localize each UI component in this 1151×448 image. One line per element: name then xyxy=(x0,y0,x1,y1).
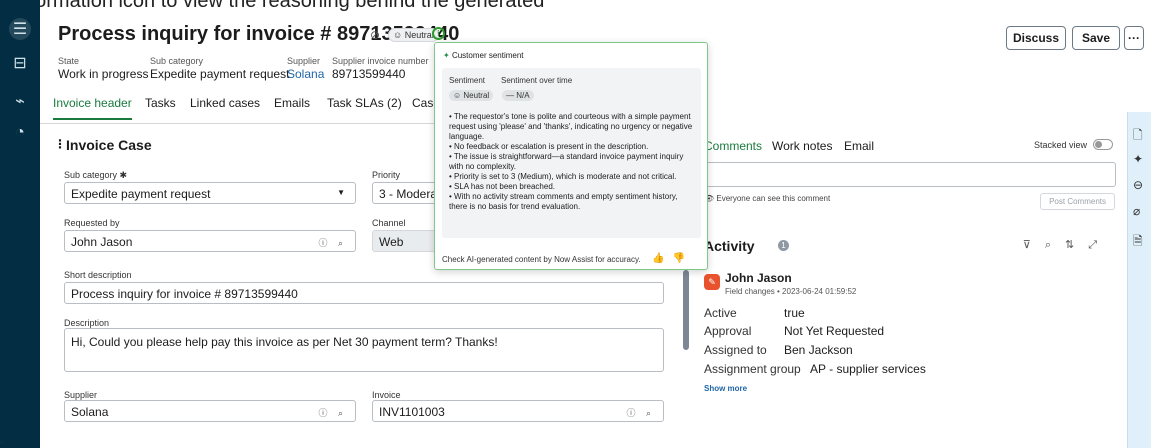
sentiment-label: Sentiment xyxy=(449,76,486,85)
sentiment-badge: ☺ Neutral xyxy=(388,28,439,42)
info-doc-icon[interactable]: 🗎 xyxy=(1133,232,1143,253)
field-key: Active xyxy=(704,306,737,320)
menu-icon[interactable]: ☰ xyxy=(9,18,31,40)
attachment-icon[interactable]: ⌀ xyxy=(1133,204,1140,218)
record-icon[interactable]: ⊖ xyxy=(1133,178,1143,192)
tab-tasks[interactable]: Tasks xyxy=(145,96,176,110)
thumbs-up-icon[interactable]: 👍 xyxy=(652,253,672,264)
info-search-icons[interactable]: ⓘ ⌕ xyxy=(318,236,347,249)
field-value: AP - supplier services xyxy=(810,362,926,376)
priority-label: Priority xyxy=(372,170,401,180)
field-key: Assignment group xyxy=(704,362,801,376)
ai-disclaimer: Check AI-generated content by Now Assist… xyxy=(442,255,641,264)
info-icon[interactable]: i xyxy=(432,27,445,40)
activity-panel: Comments Work notes Email Stacked view 👁… xyxy=(694,126,1127,448)
over-time-value-badge: — N/A xyxy=(502,90,534,101)
info-search-icons[interactable]: ⓘ ⌕ xyxy=(318,406,347,419)
sentiment-value-badge: ☺ Neutral xyxy=(449,90,494,101)
record-tabs: Invoice header Tasks Linked cases Emails… xyxy=(40,96,460,124)
activity-user[interactable]: John Jason xyxy=(725,271,792,285)
reasoning-item: • With no activity stream comments and e… xyxy=(449,192,678,211)
show-more-link[interactable]: Show more xyxy=(704,384,747,393)
chevron-down-icon: ▼ xyxy=(337,188,345,197)
field-key: Approval xyxy=(704,324,752,338)
activity-toolbar-icons[interactable]: ⊽⌕⇅⤢ xyxy=(1023,238,1111,252)
field-value: Ben Jackson xyxy=(784,343,853,357)
state-label: State xyxy=(58,56,80,66)
activity-count-badge: 1 xyxy=(778,240,789,251)
field-key: Assigned to xyxy=(704,343,767,357)
edge-mark: . xyxy=(0,432,4,446)
tab-comments[interactable]: Comments xyxy=(704,139,762,153)
supplier-field[interactable]: Solana ⓘ ⌕ xyxy=(64,400,356,422)
description-textarea[interactable]: Hi, Could you please help pay this invoi… xyxy=(64,328,664,372)
tab-task-slas[interactable]: Task SLAs (2) xyxy=(327,96,402,110)
dashboard-icon[interactable]: ◔ xyxy=(9,122,31,144)
right-rail: 🗋 ✦ ⊖ ⌀ 🗎 xyxy=(1127,112,1151,448)
reasoning-item: • The requestor's tone is polite and cou… xyxy=(449,112,693,141)
left-nav: ☰ ⊟ ⌁ ◔ xyxy=(0,0,40,448)
invoice-field[interactable]: INV1101003 ⓘ ⌕ xyxy=(372,400,664,422)
subcategory-select[interactable]: Expedite payment request ▼ xyxy=(64,182,356,204)
save-button[interactable]: Save xyxy=(1072,26,1120,50)
description-label: Description xyxy=(64,318,110,328)
reasoning-item: • Priority is set to 3 (Medium), which i… xyxy=(449,172,677,181)
reasoning-item: • SLA has not been breached. xyxy=(449,182,555,191)
tab-emails[interactable]: Emails xyxy=(274,96,310,110)
invoice-label: Invoice xyxy=(372,390,401,400)
feedback-icons[interactable]: 👍👎 xyxy=(652,253,693,264)
document-icon[interactable]: 🗋 xyxy=(1133,126,1143,147)
stacked-view-toggle[interactable]: Stacked view xyxy=(1034,139,1113,150)
subcategory-label: Sub category xyxy=(150,56,204,66)
popover-body: Sentiment Sentiment over time ☺ Neutral … xyxy=(442,68,701,238)
discuss-button[interactable]: Discuss xyxy=(1006,26,1066,50)
section-title: Invoice Case xyxy=(66,137,152,153)
avatar: ✎ xyxy=(704,274,720,290)
subcategory-field-label: Sub category ✱ xyxy=(64,170,128,180)
activity-subtitle: Field changes • 2023-06-24 01:59:52 xyxy=(725,287,857,296)
tab-email[interactable]: Email xyxy=(844,139,874,153)
supplier-invoice-value: 89713599440 xyxy=(332,67,406,81)
reasoning-list: • The requestor's tone is polite and cou… xyxy=(449,112,694,212)
tab-invoice-header[interactable]: Invoice header xyxy=(53,96,132,120)
reasoning-item: • The issue is straightforward—a standar… xyxy=(449,152,684,171)
tab-linked-cases[interactable]: Linked cases xyxy=(190,96,260,110)
inbox-icon[interactable]: ⊟ xyxy=(9,52,31,74)
reasoning-item: • No feedback or escalation is present i… xyxy=(449,142,649,151)
form-scrollbar[interactable] xyxy=(683,270,689,350)
channel-field: Web xyxy=(372,230,442,252)
requested-by-field[interactable]: John Jason ⓘ ⌕ xyxy=(64,230,356,252)
supplier-link[interactable]: Solana xyxy=(287,67,324,81)
sparkle-icon[interactable]: ✦ xyxy=(1133,152,1143,166)
comment-input[interactable] xyxy=(698,162,1116,187)
short-description-input[interactable]: Process inquiry for invoice # 8971359944… xyxy=(64,282,664,304)
short-description-label: Short description xyxy=(64,270,132,280)
field-value: true xyxy=(784,306,805,320)
state-value: Work in progress xyxy=(58,67,149,81)
info-search-icons[interactable]: ⓘ ⌕ xyxy=(626,406,655,419)
subcategory-value: Expedite payment request xyxy=(150,67,290,81)
popover-title: ✦ Customer sentiment xyxy=(443,51,524,60)
channel-label: Channel xyxy=(372,218,406,228)
customer-sentiment-popover: ✦ Customer sentiment Sentiment Sentiment… xyxy=(434,42,708,270)
link-icon[interactable]: ⊘ xyxy=(370,28,380,42)
visibility-note: 👁 Everyone can see this comment xyxy=(704,194,831,203)
field-value: Not Yet Requested xyxy=(784,324,885,338)
activity-title: Activity xyxy=(704,238,755,254)
drag-handle-icon[interactable]: ⋮ xyxy=(54,137,66,151)
post-comments-button[interactable]: Post Comments xyxy=(1040,193,1115,210)
supplier-field-label: Supplier xyxy=(64,390,98,400)
sparkle-icon: ✦ xyxy=(443,51,450,60)
tab-work-notes[interactable]: Work notes xyxy=(772,139,832,153)
requested-by-label: Requested by xyxy=(64,218,120,228)
over-time-label: Sentiment over time xyxy=(501,76,573,85)
thumbs-down-icon[interactable]: 👎 xyxy=(673,253,693,264)
more-options-button[interactable]: ··· xyxy=(1124,26,1144,50)
chart-icon[interactable]: ⌁ xyxy=(9,90,31,112)
supplier-invoice-label: Supplier invoice number xyxy=(332,56,429,66)
priority-select[interactable]: 3 - Modera xyxy=(372,182,442,204)
supplier-label: Supplier xyxy=(287,56,321,66)
